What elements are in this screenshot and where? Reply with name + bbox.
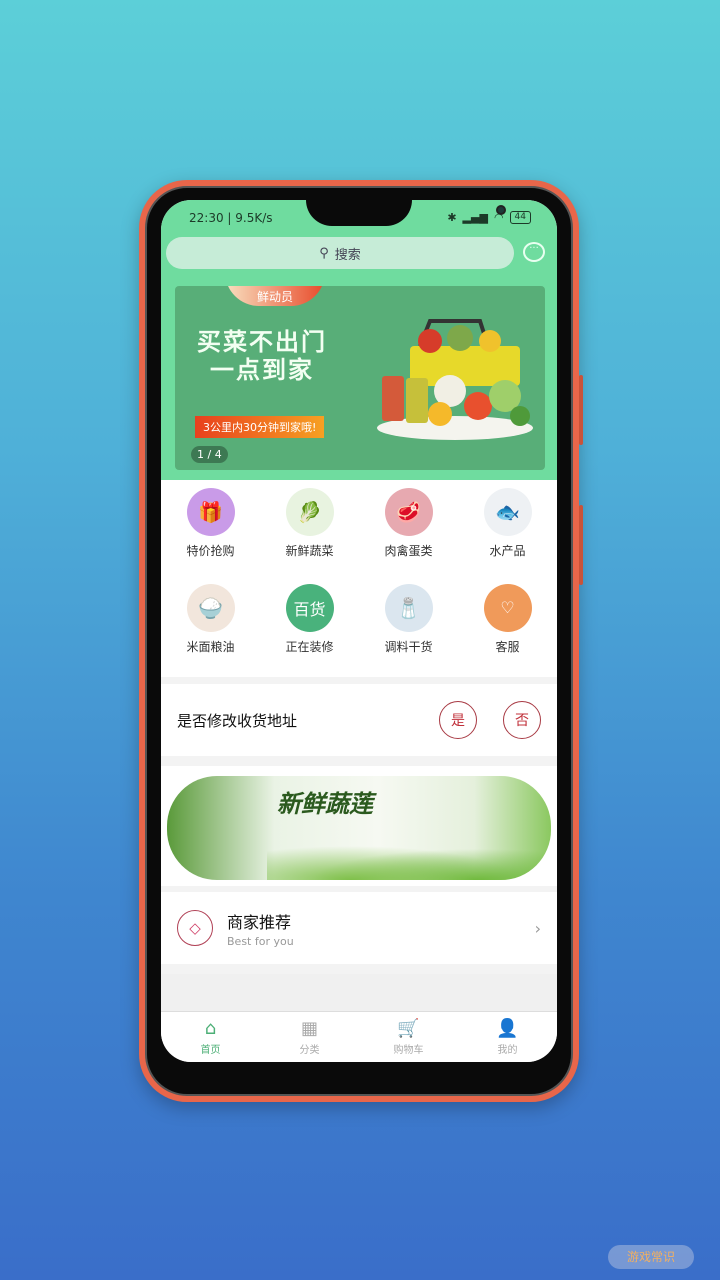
merchant-title: 商家推荐	[227, 912, 292, 932]
category-item[interactable]: 百货 正在装修	[260, 582, 359, 678]
banner-tag: 鲜动员	[225, 286, 325, 306]
yes-button[interactable]: 是	[439, 701, 477, 739]
volume-button	[579, 375, 583, 445]
wifi-icon: ◠	[493, 211, 504, 224]
category-item[interactable]: 🐟 水产品	[458, 486, 557, 582]
veg-banner-title: 新鲜蔬莲	[277, 789, 373, 818]
merchant-subtitle: Best for you	[227, 934, 294, 948]
bottom-tab-bar: ⌂ 首页 ▦ 分类 🛒 购物车 👤 我的	[161, 1011, 557, 1062]
tab-cart[interactable]: 🛒 购物车	[359, 1012, 458, 1062]
category-item[interactable]: ♡ 客服	[458, 582, 557, 678]
diamond-icon: ◇	[177, 910, 213, 946]
tab-home[interactable]: ⌂ 首页	[161, 1012, 260, 1062]
tab-grid[interactable]: ▦ 分类	[260, 1012, 359, 1062]
merchant-text: 商家推荐 Best for you	[227, 909, 294, 948]
category-grid: 🎁 特价抢购 🥬 新鲜蔬菜 🥩 肉禽蛋类 🐟 水产品 🍚 米面粮油 百货正在装修 🧂 调料干货 ♡ 客服	[161, 480, 557, 677]
address-prompt-text: 是否修改收货地址	[177, 711, 298, 730]
user-icon: 👤	[496, 1017, 519, 1039]
category-label: 正在装修	[285, 639, 334, 654]
promo-banner[interactable]: 鲜动员 买菜不出门 一点到家 3公里内30分钟到家哦! 1 / 4	[175, 286, 545, 470]
power-button	[579, 505, 583, 585]
department-store-icon: 百货	[285, 583, 334, 632]
empty-section	[161, 974, 557, 1012]
search-icon: ⚲	[319, 245, 329, 261]
battery-icon: 44	[509, 211, 531, 224]
category-item[interactable]: 🧂 调料干货	[359, 582, 458, 678]
bluetooth-icon: ✱	[447, 211, 457, 224]
category-item[interactable]: 🥬 新鲜蔬菜	[260, 486, 359, 582]
category-label: 米面粮油	[186, 639, 235, 654]
category-label: 调料干货	[384, 639, 433, 654]
vegetable-basket-image	[377, 319, 533, 440]
search-placeholder: 搜索	[334, 247, 361, 263]
search-input[interactable]: ⚲ 搜索	[166, 237, 514, 269]
message-icon[interactable]: ···	[523, 242, 545, 262]
cabbage-icon: 🥬	[285, 488, 334, 536]
notch	[306, 200, 506, 226]
meat-icon: 🥩	[384, 488, 433, 536]
heart-icon: ♡	[483, 583, 532, 632]
category-label: 特价抢购	[186, 544, 235, 558]
category-item[interactable]: 🎁 特价抢购	[161, 486, 260, 582]
fresh-vegetable-banner[interactable]: 新鲜蔬莲	[161, 766, 557, 886]
banner-title-line1: 买菜不出门	[197, 328, 327, 356]
tab-label: 我的	[497, 1044, 518, 1056]
banner-pager: 1 / 4	[191, 446, 228, 463]
status-icons: ✱ ▂▄▆ ◠ 44	[447, 211, 531, 224]
rice-icon: 🍚	[186, 583, 235, 632]
gift-icon: 🎁	[186, 488, 235, 536]
banner-title: 买菜不出门 一点到家	[197, 328, 327, 384]
seasoning-icon: 🧂	[384, 583, 433, 632]
tab-user[interactable]: 👤 我的	[458, 1012, 557, 1062]
category-label: 肉禽蛋类	[384, 544, 433, 558]
vegetable-banner-image: 新鲜蔬莲	[167, 776, 551, 880]
tab-label: 购物车	[393, 1044, 424, 1056]
app-screen: 22:30 | 9.5K/s ✱ ▂▄▆ ◠ 44 ⚲ 搜索 ··· 鲜动员 买…	[161, 200, 557, 1062]
merchant-recommend-row[interactable]: ◇ 商家推荐 Best for you ›	[161, 892, 557, 964]
fish-icon: 🐟	[483, 488, 532, 536]
banner-subtitle: 3公里内30分钟到家哦!	[195, 416, 325, 438]
no-button[interactable]: 否	[503, 701, 541, 739]
tab-label: 首页	[200, 1044, 221, 1056]
banner-title-line2: 一点到家	[210, 356, 314, 384]
category-label: 客服	[495, 639, 520, 654]
tab-label: 分类	[299, 1044, 320, 1056]
category-label: 新鲜蔬菜	[285, 544, 334, 558]
status-time: 22:30 | 9.5K/s	[189, 211, 273, 225]
chevron-right-icon: ›	[534, 918, 541, 938]
grid-icon: ▦	[300, 1017, 318, 1039]
signal-icon: ▂▄▆	[462, 211, 488, 224]
vegetables-image	[267, 840, 547, 880]
category-item[interactable]: 🍚 米面粮油	[161, 582, 260, 678]
address-prompt: 是否修改收货地址 是 否	[161, 684, 557, 756]
category-item[interactable]: 🥩 肉禽蛋类	[359, 486, 458, 582]
watermark: 游戏常识	[608, 1245, 694, 1269]
cart-icon: 🛒	[397, 1017, 420, 1039]
home-icon: ⌂	[204, 1017, 217, 1039]
category-label: 水产品	[489, 544, 526, 558]
